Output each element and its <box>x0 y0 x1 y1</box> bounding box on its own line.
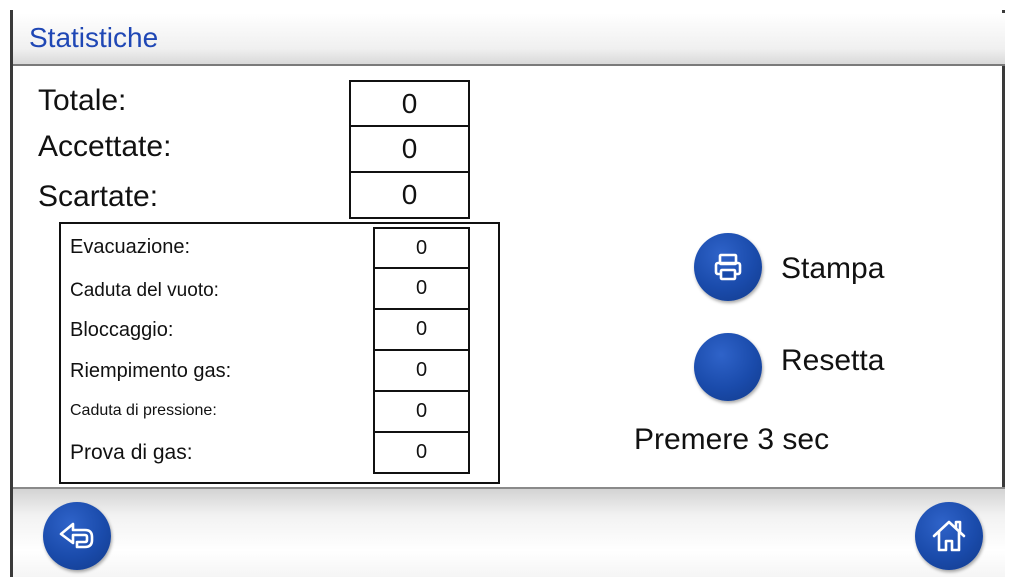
title-bar: Statistiche <box>13 13 1005 66</box>
rejected-label: Scartate: <box>38 180 159 213</box>
reject-value-pressure-drop: 0 <box>373 392 470 433</box>
accepted-value: 0 <box>349 127 470 173</box>
reject-value-gas-filling: 0 <box>373 351 470 392</box>
reset-hint: Premere 3 sec <box>634 423 830 456</box>
reject-value-vacuum-drop: 0 <box>373 269 470 310</box>
reject-value-gas-test: 0 <box>373 433 470 474</box>
page-title: Statistiche <box>29 22 159 53</box>
reset-button[interactable] <box>694 333 762 401</box>
back-arrow-icon <box>57 520 97 552</box>
accepted-label: Accettate: <box>38 130 172 163</box>
total-label: Totale: <box>38 84 127 117</box>
reject-label-blocking: Bloccaggio: <box>70 319 174 341</box>
back-button[interactable] <box>43 502 111 570</box>
reject-label-pressure-drop: Caduta di pressione: <box>70 402 217 419</box>
print-label: Stampa <box>781 252 885 285</box>
reject-label-gas-filling: Riempimento gas: <box>70 360 232 382</box>
home-icon <box>929 517 969 555</box>
reject-label-evacuation: Evacuazione: <box>70 236 191 258</box>
footer-bar <box>13 487 1005 577</box>
printer-icon <box>711 250 745 284</box>
reject-value-evacuation: 0 <box>373 227 470 269</box>
reject-label-vacuum-drop: Caduta del vuoto: <box>70 280 219 301</box>
rejected-value: 0 <box>349 173 470 219</box>
total-value: 0 <box>349 80 470 127</box>
reset-label: Resetta <box>781 344 885 377</box>
print-button[interactable] <box>694 233 762 301</box>
home-button[interactable] <box>915 502 983 570</box>
reject-label-gas-test: Prova di gas: <box>70 441 193 464</box>
reject-value-blocking: 0 <box>373 310 470 351</box>
